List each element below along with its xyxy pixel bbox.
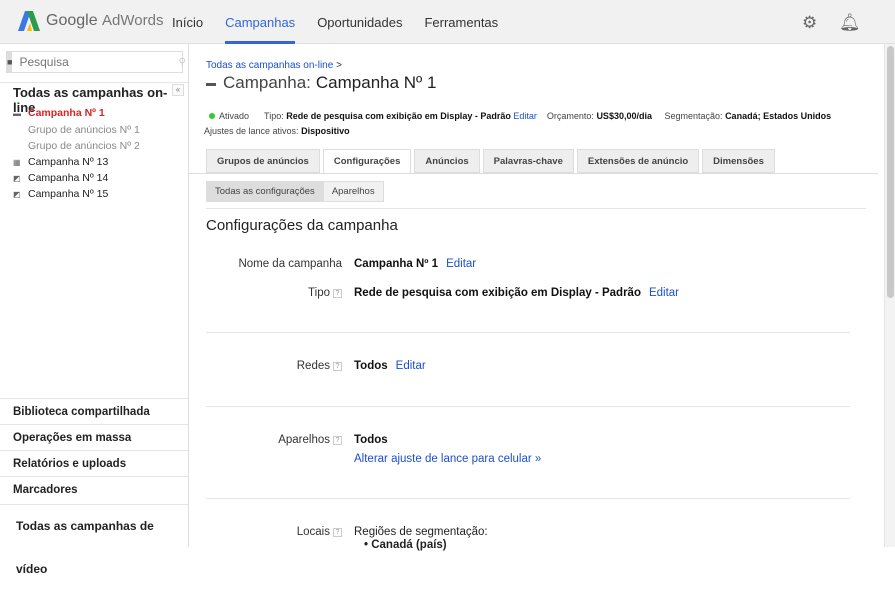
tree-label: Campanha Nº 13 (28, 156, 109, 168)
gear-icon[interactable]: ⚙ (802, 13, 817, 33)
bid-adjustments: Ajustes de lance ativos: Dispositivo (204, 126, 350, 136)
link-video-campaigns[interactable]: Todas as campanhas de vídeo (0, 504, 188, 576)
subtab-all-settings[interactable]: Todas as configurações (207, 182, 323, 201)
setting-value: Regiões de segmentação: (354, 526, 488, 538)
tab-dimensions[interactable]: Dimensões (702, 149, 775, 173)
setting-value: Campanha Nº 1 (354, 258, 439, 270)
divider (189, 173, 878, 174)
tree-campaign-15[interactable]: ◩ Campanha Nº 15 (13, 188, 108, 200)
tree-adgroup-1[interactable]: Grupo de anúncios Nº 1 (28, 124, 140, 136)
campaign-icon: ◩ (13, 173, 21, 183)
folder-icon: ▬ (206, 77, 216, 89)
setting-value: Todos (354, 434, 388, 446)
link-labels[interactable]: Marcadores (0, 476, 188, 502)
brand-google: Google (46, 12, 98, 29)
mobile-bid-adjust-link[interactable]: Alterar ajuste de lance para celular » (354, 453, 541, 465)
tree-label: Campanha Nº 15 (28, 188, 109, 200)
breadcrumb-all-campaigns[interactable]: Todas as campanhas on-line (206, 60, 333, 71)
link-shared-library[interactable]: Biblioteca compartilhada (0, 398, 188, 424)
type-value: Rede de pesquisa com exibição em Display… (286, 111, 511, 121)
tree-label: Campanha Nº 14 (28, 172, 109, 184)
title-prefix: Campanha: (223, 73, 311, 92)
adwords-logo[interactable]: Google AdWords (18, 11, 163, 31)
setting-label: Tipo (308, 287, 330, 299)
divider (206, 332, 850, 333)
tree-campaign-1[interactable]: ▬ Campanha Nº 1 (13, 107, 105, 119)
brand-adwords: AdWords (102, 12, 164, 29)
targeting-value: Canadá; Estados Unidos (725, 111, 832, 121)
bid-value: Dispositivo (301, 126, 350, 136)
status-dot-icon (209, 113, 215, 119)
breadcrumb: Todas as campanhas on-line > (206, 60, 342, 71)
breadcrumb-separator: > (336, 60, 342, 71)
section-title: Configurações da campanha (206, 217, 398, 234)
search-box: ■ ⚲ (6, 51, 186, 73)
setting-value: Rede de pesquisa com exibição em Display… (354, 287, 641, 299)
campaign-name: Campanha Nº 1 (315, 73, 437, 92)
link-bulk-operations[interactable]: Operações em massa (0, 424, 188, 450)
adwords-logo-icon (18, 11, 40, 31)
subtab-devices[interactable]: Aparelhos (322, 182, 383, 201)
tab-settings[interactable]: Configurações (322, 149, 412, 174)
help-icon[interactable]: ? (333, 528, 342, 537)
edit-type-link[interactable]: Editar (513, 111, 537, 121)
tree-adgroup-2[interactable]: Grupo de anúncios Nº 2 (28, 140, 140, 152)
help-icon[interactable]: ? (333, 436, 342, 445)
edit-type-link[interactable]: Editar (649, 287, 679, 299)
tree-campaign-14[interactable]: ◩ Campanha Nº 14 (13, 172, 108, 184)
tab-ad-groups[interactable]: Grupos de anúncios (206, 149, 320, 173)
campaign-summary: Ativado Tipo: Rede de pesquisa com exibi… (209, 111, 831, 121)
bid-label: Ajustes de lance ativos: (204, 126, 299, 136)
location-name: Canadá (país) (371, 539, 447, 551)
divider (206, 406, 850, 407)
setting-label: Redes (296, 360, 330, 372)
page-title: ▬ Campanha: Campanha Nº 1 (206, 73, 436, 93)
tab-ads[interactable]: Anúncios (414, 149, 480, 173)
setting-label: Aparelhos (278, 434, 330, 446)
help-icon[interactable]: ? (333, 289, 342, 298)
scrollbar-thumb[interactable] (887, 46, 894, 298)
status-badge[interactable]: Ativado (219, 111, 249, 121)
divider (206, 498, 850, 499)
collapse-sidebar-icon[interactable]: « (172, 84, 184, 96)
tree-campaign-13[interactable]: ▦ Campanha Nº 13 (13, 156, 108, 168)
help-icon[interactable]: ? (333, 362, 342, 371)
campaign-icon: ◩ (13, 189, 21, 199)
setting-label: Locais (296, 526, 330, 538)
tab-ad-extensions[interactable]: Extensões de anúncio (576, 149, 700, 173)
bell-icon[interactable]: 🔔︎ (839, 13, 861, 33)
edit-networks-link[interactable]: Editar (396, 360, 426, 372)
sidebar: ■ ⚲ Todas as campanhas on-line « ▬Campan… (0, 44, 189, 576)
search-input[interactable] (12, 52, 175, 72)
type-label: Tipo: (264, 111, 284, 121)
divider (206, 208, 866, 209)
tree-label: Campanha Nº 1 (28, 107, 105, 119)
open-folder-icon: ▬ (13, 108, 21, 118)
setting-label: Nome da campanha (238, 258, 342, 270)
tab-keywords[interactable]: Palavras-chave (482, 149, 574, 173)
tab-bar: Grupos de anúncios Configurações Anúncio… (206, 149, 778, 174)
nav-campanhas[interactable]: Campanhas (225, 0, 296, 44)
edit-name-link[interactable]: Editar (446, 258, 476, 270)
setting-value: Todos (354, 360, 388, 372)
budget-value[interactable]: US$30,00/dia (596, 111, 652, 121)
targeting-label: Segmentação: (664, 111, 723, 121)
budget-label: Orçamento: (546, 111, 594, 121)
link-reports[interactable]: Relatórios e uploads (0, 450, 188, 476)
nav-inicio[interactable]: Início (172, 0, 203, 44)
nav-ferramentas[interactable]: Ferramentas (424, 0, 498, 44)
scrollbar[interactable] (884, 44, 895, 547)
subtab-bar: Todas as configurações Aparelhos (206, 181, 384, 202)
location-item: • Canadá (país) (364, 539, 447, 551)
top-header: Google AdWords Início Campanhas Oportuni… (0, 0, 895, 44)
search-icon[interactable]: ⚲ (174, 52, 189, 72)
campaign-icon: ▦ (13, 157, 21, 167)
main-nav: Início Campanhas Oportunidades Ferrament… (172, 0, 520, 44)
nav-oportunidades[interactable]: Oportunidades (317, 0, 402, 44)
divider (0, 82, 188, 83)
